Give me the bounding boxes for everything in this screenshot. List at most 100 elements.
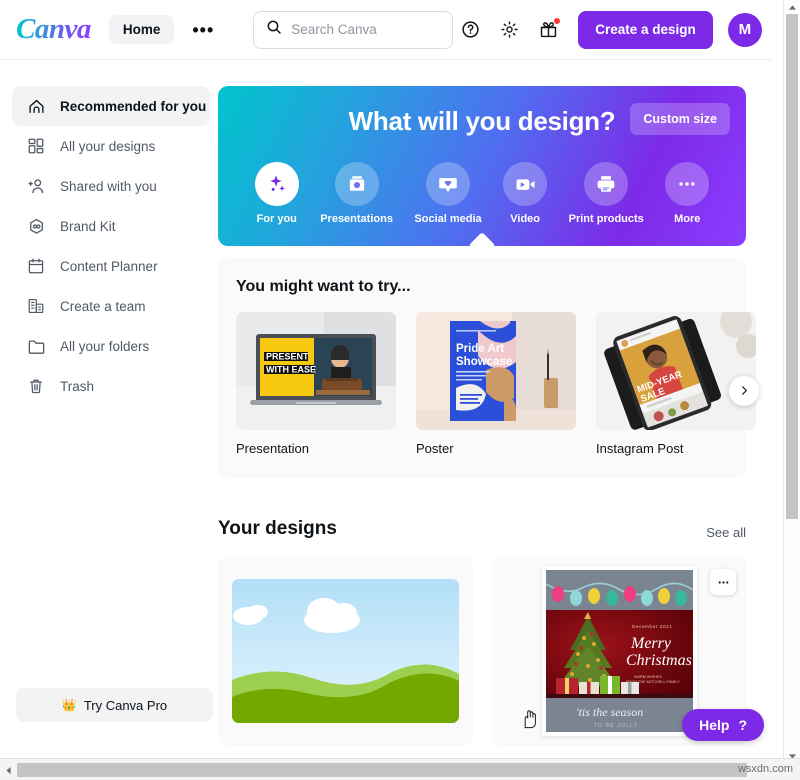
sparkle-icon [254, 162, 299, 206]
hero-category-presentations[interactable]: Presentations [320, 162, 393, 225]
avatar[interactable]: M [727, 12, 762, 47]
hero-category-label: Print products [568, 213, 644, 225]
crown-icon: 👑 [61, 698, 77, 712]
svg-text:WARM WISHES: WARM WISHES [634, 675, 662, 679]
printer-icon [584, 162, 629, 206]
sidebar-item-label: Brand Kit [60, 218, 116, 234]
building-icon [26, 296, 46, 316]
xmas-date: December 2021 [632, 624, 673, 629]
search-input[interactable] [291, 22, 469, 37]
horizontal-scrollbar-thumb[interactable] [17, 763, 747, 777]
try-thumbnail: MID-YEAR SALE [596, 312, 756, 430]
try-card-label: Presentation [236, 441, 309, 456]
help-button[interactable]: Help ? [682, 709, 764, 741]
svg-text:Merry: Merry [630, 635, 672, 652]
hero-category-more[interactable]: More [665, 162, 710, 225]
nav-more-button[interactable]: ••• [182, 19, 224, 41]
sidebar-item-all-your-designs[interactable]: All your designs [12, 126, 210, 166]
question-mark-icon: ? [738, 717, 747, 733]
design-card-landscape[interactable] [218, 556, 473, 746]
home-icon [26, 96, 46, 116]
hero-category-row: For you Presentations Social media Video… [218, 162, 746, 225]
try-section-title: You might want to try... [236, 278, 411, 295]
svg-text:Showcase: Showcase [456, 356, 512, 368]
grid-icon [26, 136, 46, 156]
heart-bubble-icon [426, 162, 471, 206]
sidebar-item-recommended-for-you[interactable]: Recommended for you [12, 86, 210, 126]
hero-category-video[interactable]: Video [503, 162, 548, 225]
sidebar: Recommended for you All your designs Sha… [0, 60, 218, 755]
hero-category-label: Social media [414, 213, 482, 225]
try-card-poster[interactable]: Pride Art Showcase Poster [416, 312, 576, 456]
video-camera-icon [503, 162, 548, 206]
svg-text:PRESENT: PRESENT [266, 352, 309, 362]
hero-category-print-products[interactable]: Print products [569, 162, 644, 225]
sidebar-item-label: All your folders [60, 338, 150, 354]
scroll-up-arrow-icon[interactable] [784, 0, 800, 14]
calendar-icon [26, 256, 46, 276]
question-circle-icon[interactable] [453, 13, 487, 47]
sidebar-item-label: All your designs [60, 138, 156, 154]
landscape-thumbnail [232, 579, 459, 723]
see-all-button[interactable]: See all [706, 525, 746, 540]
sidebar-item-label: Create a team [60, 298, 146, 314]
hero-category-label: More [674, 213, 701, 225]
try-thumbnail: PRESENT WITH EASE [236, 312, 396, 430]
nav-home-button[interactable]: Home [108, 15, 175, 44]
try-card-row: PRESENT WITH EASE Presentation Pride Art… [236, 312, 756, 456]
christmas-card-thumbnail: December 2021 Merry Christmas! WARM WISH… [546, 570, 693, 732]
sidebar-item-label: Recommended for you [60, 98, 207, 114]
watermark: wsxdn.com [737, 763, 793, 775]
horizontal-scrollbar[interactable]: wsxdn.com [0, 758, 800, 780]
sidebar-item-shared-with-you[interactable]: Shared with you [12, 166, 210, 206]
hero-category-label: For you [256, 213, 297, 225]
hero-category-label: Video [510, 213, 541, 225]
presentation-icon [334, 162, 379, 206]
custom-size-button[interactable]: Custom size [630, 103, 730, 135]
sidebar-item-brand-kit[interactable]: Brand Kit [12, 206, 210, 246]
create-a-design-button[interactable]: Create a design [578, 10, 713, 49]
hero-notch [468, 232, 496, 246]
search-bar[interactable] [253, 10, 469, 49]
svg-text:'tis the season: 'tis the season [576, 705, 643, 719]
vertical-scrollbar[interactable] [783, 0, 800, 763]
add-person-icon [26, 176, 46, 196]
svg-text:Pride Art: Pride Art [456, 343, 504, 355]
sidebar-item-label: Shared with you [60, 178, 157, 194]
sidebar-item-content-planner[interactable]: Content Planner [12, 246, 210, 286]
carousel-next-button[interactable] [729, 376, 759, 406]
gear-icon[interactable] [492, 13, 526, 47]
you-might-want-to-try-panel: You might want to try... PRESENT WITH EA… [218, 258, 759, 478]
gift-icon[interactable] [531, 13, 565, 47]
main-content: What will you design? Custom size For yo… [218, 60, 772, 755]
design-more-options-button[interactable] [710, 569, 736, 595]
svg-text:FROM THE MITCHELL FAMILY: FROM THE MITCHELL FAMILY [626, 680, 680, 684]
svg-text:WITH EASE: WITH EASE [266, 365, 316, 375]
notification-dot [554, 17, 561, 24]
ellipsis-icon [665, 162, 710, 206]
sidebar-item-trash[interactable]: Trash [12, 366, 210, 406]
hero-category-social-media[interactable]: Social media [414, 162, 482, 225]
trash-icon [26, 376, 46, 396]
canva-logo[interactable]: Canva [16, 13, 93, 46]
try-card-presentation[interactable]: PRESENT WITH EASE Presentation [236, 312, 396, 456]
hero-banner: What will you design? Custom size For yo… [218, 86, 746, 246]
try-card-label: Poster [416, 441, 454, 456]
your-designs-title: Your designs [218, 518, 337, 539]
svg-text:Christmas!: Christmas! [626, 652, 693, 669]
help-label: Help [699, 717, 730, 733]
svg-text:TO BE JOLLY: TO BE JOLLY [594, 723, 638, 729]
hero-category-for-you[interactable]: For you [254, 162, 299, 225]
christmas-card-frame: December 2021 Merry Christmas! WARM WISH… [542, 566, 697, 736]
try-canva-pro-button[interactable]: 👑 Try Canva Pro [16, 688, 213, 722]
hero-category-label: Presentations [320, 213, 393, 225]
vertical-scrollbar-thumb[interactable] [786, 14, 798, 519]
search-icon [266, 19, 282, 40]
sidebar-item-create-a-team[interactable]: Create a team [12, 286, 210, 326]
chevron-right-icon [739, 384, 750, 399]
scroll-left-arrow-icon[interactable] [2, 763, 15, 777]
canva-homepage: Canva Home ••• Search Canva Create a des… [0, 0, 800, 780]
sidebar-item-all-your-folders[interactable]: All your folders [12, 326, 210, 366]
try-canva-pro-label: Try Canva Pro [83, 697, 168, 713]
brand-hexagon-icon [26, 216, 46, 236]
